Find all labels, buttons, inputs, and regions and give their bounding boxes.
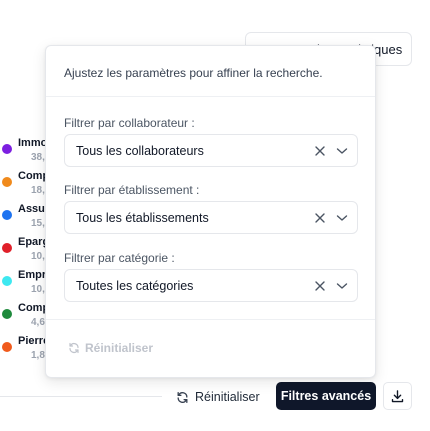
establishment-filter-label: Filtrer par établissement : xyxy=(64,183,200,197)
establishment-select-value: Tous les établissements xyxy=(76,211,209,225)
reset-filters-button[interactable]: Réinitialiser xyxy=(176,384,260,410)
legend-color-dot xyxy=(2,144,12,154)
chevron-down-icon xyxy=(336,283,348,289)
popover-reset-button[interactable]: Réinitialiser xyxy=(68,341,153,355)
category-filter-label: Filtrer par catégorie : xyxy=(64,251,175,265)
chevron-down-icon xyxy=(336,148,348,154)
establishment-select[interactable]: Tous les établissements xyxy=(64,201,358,234)
collaborator-select[interactable]: Tous les collaborateurs xyxy=(64,134,358,167)
clear-icon[interactable] xyxy=(314,280,326,292)
download-icon xyxy=(391,389,404,402)
divider xyxy=(46,319,375,320)
legend-color-dot xyxy=(2,309,12,319)
divider xyxy=(46,96,375,97)
divider xyxy=(0,396,162,397)
collaborator-filter-label: Filtrer par collaborateur : xyxy=(64,116,195,130)
refresh-icon xyxy=(69,342,79,354)
legend-color-dot xyxy=(2,210,12,220)
advanced-filters-label: Filtres avancés xyxy=(280,389,372,403)
reset-filters-label: Réinitialiser xyxy=(195,390,260,404)
popover-reset-label: Réinitialiser xyxy=(85,341,154,355)
clear-icon[interactable] xyxy=(314,212,326,224)
legend-color-dot xyxy=(2,177,12,187)
advanced-filters-button[interactable]: Filtres avancés xyxy=(276,382,376,410)
category-select[interactable]: Toutes les catégories xyxy=(64,269,358,302)
legend-color-dot xyxy=(2,276,12,286)
popover-description: Ajustez les paramètres pour affiner la r… xyxy=(64,66,323,80)
collaborator-select-value: Tous les collaborateurs xyxy=(76,144,204,158)
legend-color-dot xyxy=(2,342,12,352)
category-select-value: Toutes les catégories xyxy=(76,279,194,293)
chevron-down-icon xyxy=(336,215,348,221)
advanced-filters-popover: Ajustez les paramètres pour affiner la r… xyxy=(45,45,376,378)
legend-color-dot xyxy=(2,243,12,253)
clear-icon[interactable] xyxy=(314,145,326,157)
refresh-icon xyxy=(177,391,188,403)
download-button[interactable] xyxy=(383,382,412,410)
